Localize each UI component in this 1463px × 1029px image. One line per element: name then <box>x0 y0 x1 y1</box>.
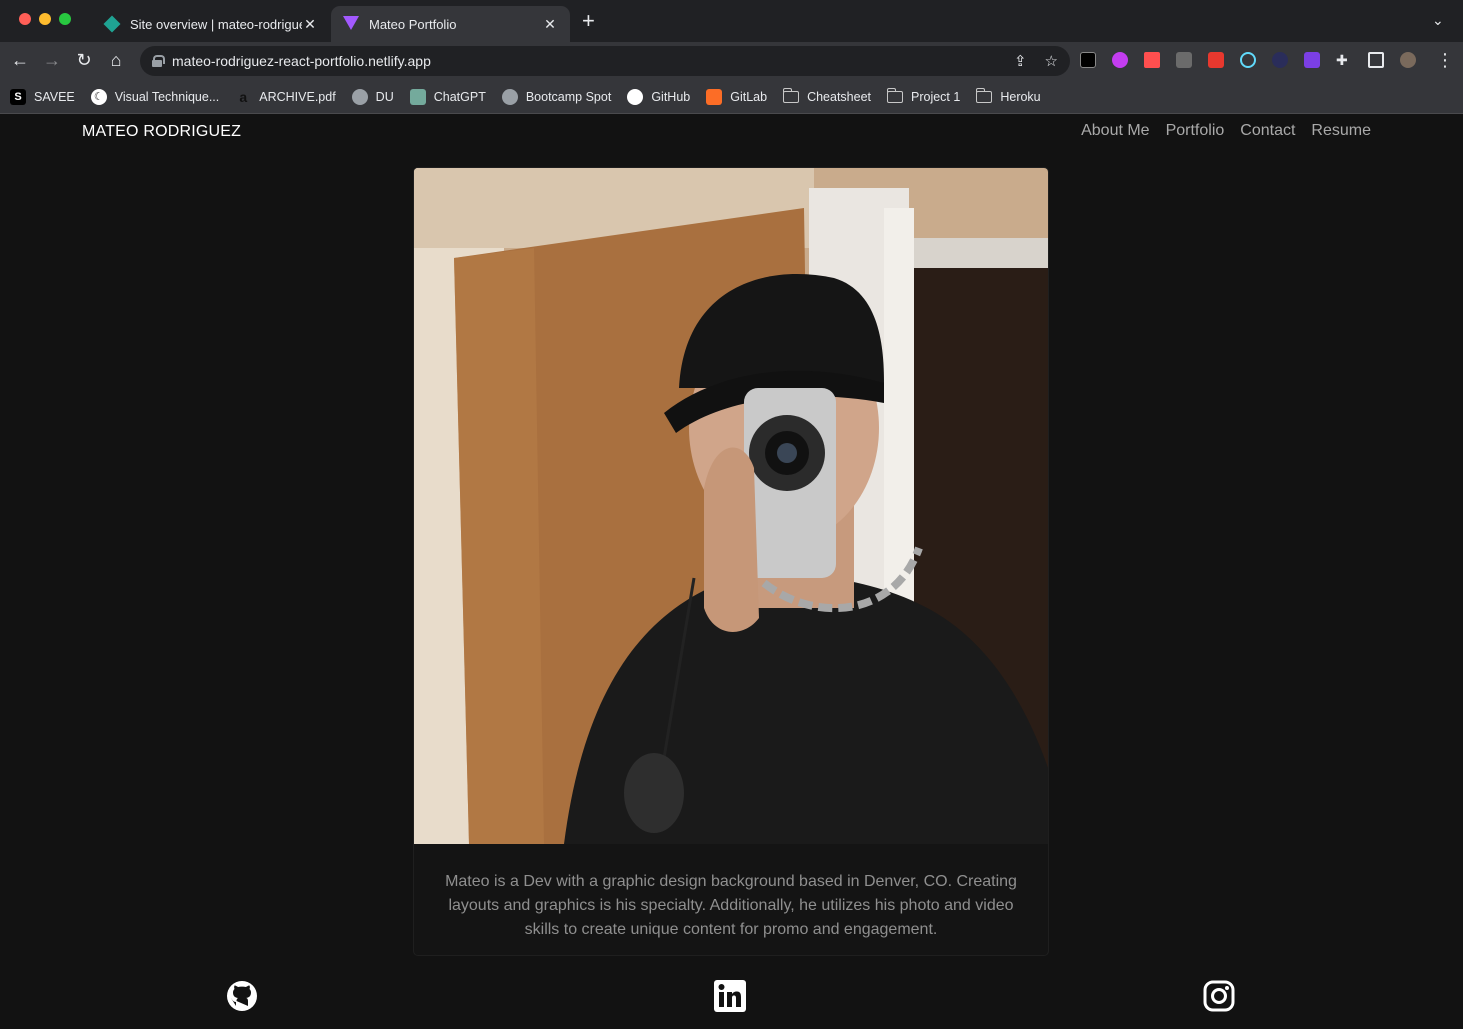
tab-site-overview[interactable]: Site overview | mateo-rodriguez ✕ <box>92 6 330 42</box>
share-icon[interactable]: ⇪ <box>1014 52 1027 70</box>
bookmark-label: ARCHIVE.pdf <box>259 89 336 104</box>
bookmark-bootcamp-spot[interactable]: Bootcamp Spot <box>501 88 612 105</box>
globe-icon <box>501 88 518 105</box>
extension-icon[interactable] <box>1080 52 1096 68</box>
folder-icon <box>975 87 993 103</box>
chatgpt-icon <box>409 88 426 105</box>
nav-portfolio[interactable]: Portfolio <box>1166 122 1225 140</box>
lock-icon[interactable] <box>152 55 165 67</box>
extension-icon[interactable] <box>1144 52 1160 68</box>
close-icon[interactable]: ✕ <box>542 16 558 33</box>
reload-icon[interactable]: ↻ <box>73 50 95 70</box>
minimize-window-button[interactable] <box>39 13 51 25</box>
bookmark-savee[interactable]: S SAVEE <box>10 88 75 105</box>
moon-icon: ☾ <box>90 88 107 105</box>
extension-icon[interactable] <box>1112 52 1128 68</box>
forward-icon[interactable]: → <box>41 50 63 70</box>
bookmark-label: Visual Technique... <box>114 89 220 104</box>
extension-icon[interactable] <box>1176 52 1192 68</box>
bookmark-du[interactable]: DU <box>351 88 394 105</box>
amazon-icon: a <box>239 88 248 105</box>
folder-icon <box>886 87 903 103</box>
tab-mateo-portfolio[interactable]: Mateo Portfolio ✕ <box>331 6 570 42</box>
site-nav: About Me Portfolio Contact Resume <box>1081 122 1371 140</box>
bookmark-label: SAVEE <box>34 89 75 104</box>
nav-resume[interactable]: Resume <box>1311 122 1371 140</box>
about-card: Mateo is a Dev with a graphic design bac… <box>413 167 1049 956</box>
bookmark-label: ChatGPT <box>433 89 486 104</box>
github-icon[interactable] <box>226 980 258 1012</box>
nav-about-me[interactable]: About Me <box>1081 122 1149 140</box>
puzzle-icon[interactable]: ✚ <box>1336 52 1352 68</box>
address-bar[interactable]: mateo-rodriguez-react-portfolio.netlify.… <box>140 46 1070 76</box>
bookmark-heroku[interactable]: Heroku <box>975 87 1041 104</box>
bookmark-project-1[interactable]: Project 1 <box>886 87 961 104</box>
home-icon[interactable]: ⌂ <box>105 50 127 70</box>
bookmark-archive[interactable]: a ARCHIVE.pdf <box>235 89 335 105</box>
bookmark-gitlab[interactable]: GitLab <box>706 88 768 105</box>
extension-icon[interactable] <box>1208 52 1224 68</box>
new-tab-button[interactable]: + <box>582 10 595 32</box>
folder-icon <box>782 87 800 103</box>
bookmarks-bar: S SAVEE ☾ Visual Technique... a ARCHIVE.… <box>0 80 1463 114</box>
instagram-icon[interactable] <box>1203 980 1235 1012</box>
bookmark-label: Cheatsheet <box>807 89 871 104</box>
bookmark-label: DU <box>375 89 394 104</box>
github-icon <box>627 88 644 105</box>
gitlab-icon <box>706 88 723 105</box>
tab-bar: Site overview | mateo-rodriguez ✕ Mateo … <box>0 0 1463 42</box>
browser-toolbar: ← → ↻ ⌂ mateo-rodriguez-react-portfolio.… <box>0 42 1463 80</box>
globe-icon <box>351 88 368 105</box>
url-text: mateo-rodriguez-react-portfolio.netlify.… <box>172 53 431 69</box>
chevron-down-icon[interactable]: ⌄ <box>1432 12 1444 29</box>
linkedin-icon[interactable] <box>714 980 746 1012</box>
bookmark-label: GitLab <box>730 89 768 104</box>
extension-icon[interactable] <box>1304 52 1320 68</box>
portfolio-page: MATEO RODRIGUEZ About Me Portfolio Conta… <box>0 115 1463 1029</box>
bookmark-label: GitHub <box>651 89 691 104</box>
bookmark-label: Project 1 <box>911 89 961 104</box>
more-menu-icon[interactable]: ⋮ <box>1436 50 1454 71</box>
vite-icon <box>343 16 359 32</box>
react-devtools-icon[interactable] <box>1240 52 1256 68</box>
extension-icon[interactable] <box>1272 52 1288 68</box>
bookmark-label: Bootcamp Spot <box>525 89 612 104</box>
profile-photo <box>414 168 1048 844</box>
savee-icon: S <box>10 88 26 105</box>
bookmark-visual-technique[interactable]: ☾ Visual Technique... <box>90 88 220 105</box>
site-brand[interactable]: MATEO RODRIGUEZ <box>82 123 241 141</box>
tab-title: Site overview | mateo-rodriguez <box>130 16 302 32</box>
star-icon[interactable]: ☆ <box>1045 52 1058 70</box>
avatar[interactable] <box>1400 52 1416 68</box>
bookmark-cheatsheet[interactable]: Cheatsheet <box>782 87 871 104</box>
nav-contact[interactable]: Contact <box>1240 122 1295 140</box>
bookmark-label: Heroku <box>1000 89 1041 104</box>
close-window-button[interactable] <box>19 13 31 25</box>
extensions-bar: ✚ <box>1080 52 1416 68</box>
close-icon[interactable]: ✕ <box>302 16 318 33</box>
bookmark-chatgpt[interactable]: ChatGPT <box>409 88 486 105</box>
bio-text: Mateo is a Dev with a graphic design bac… <box>445 873 1017 938</box>
back-icon[interactable]: ← <box>9 50 31 70</box>
netlify-icon <box>103 15 121 33</box>
side-panel-icon[interactable] <box>1368 52 1384 68</box>
tab-title: Mateo Portfolio <box>369 16 457 32</box>
maximize-window-button[interactable] <box>59 13 71 25</box>
bookmark-github[interactable]: GitHub <box>627 88 691 105</box>
